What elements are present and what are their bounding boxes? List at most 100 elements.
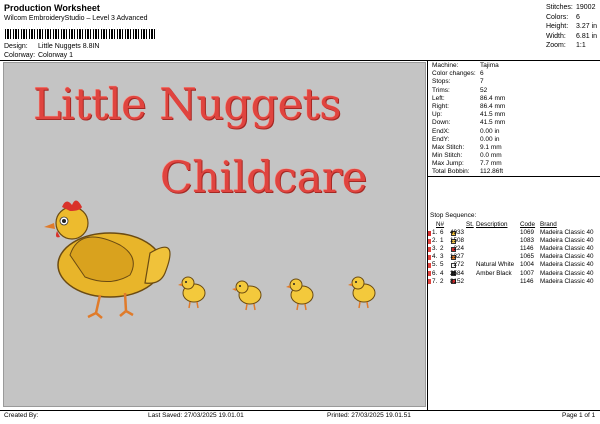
info-value: 9.1 mm (480, 143, 502, 151)
info-row: Up: 41.5 mm (430, 111, 600, 119)
info-row: Stops: 7 (430, 78, 600, 86)
barcode (5, 29, 157, 39)
info-row: Color changes: 6 (430, 70, 600, 78)
info-label: Color changes: (432, 70, 476, 78)
stop-row: 4. 3 1327 1065 Madeira Classic 40 (428, 253, 600, 261)
info-label: Right: (432, 102, 449, 110)
stop-number: 3. (432, 245, 438, 253)
stop-sequence-title: Stop Sequence: (430, 212, 477, 219)
stat-row: Width: 6.81 in (546, 32, 600, 42)
info-label: Down: (432, 119, 451, 127)
page-title: Production Worksheet (4, 3, 100, 13)
stat-row: Zoom: 1:1 (546, 41, 600, 51)
info-value: 86.4 mm (480, 94, 506, 102)
thread-brand: Madeira Classic 40 (540, 245, 594, 253)
info-divider (428, 176, 600, 177)
footer-divider (0, 410, 600, 411)
stat-row: Colors: 6 (546, 13, 600, 23)
stop-row: 1. 6 4933 1069 Madeira Classic 40 (428, 229, 600, 237)
info-value: 0.00 in (480, 135, 500, 143)
needle-number: 6 (440, 229, 444, 237)
stop-marker (428, 254, 431, 260)
stat-value: 19002 (576, 4, 596, 11)
stop-marker (428, 230, 431, 236)
stat-value: 3.27 in (576, 23, 598, 30)
info-value: 86.4 mm (480, 102, 506, 110)
stop-row: 7. 2 8152 1146 Madeira Classic 40 (428, 277, 600, 286)
stat-label: Stitches: (546, 4, 573, 11)
needle-number: 2 (440, 245, 444, 253)
stop-marker (428, 262, 431, 268)
stop-marker (428, 271, 431, 277)
stop-number: 4. (432, 253, 438, 261)
col-st-header: St. (466, 221, 474, 228)
stitch-count: 272 (453, 261, 464, 269)
info-row: Min Stitch: 0.0 mm (430, 152, 600, 160)
stat-label: Colors: (546, 13, 569, 21)
info-label: Min Stitch: (432, 152, 463, 160)
stop-row: 6. 4 2584 Amber Black 1007 Madeira Classic 40 (428, 269, 600, 278)
thread-brand: Madeira Classic 40 (540, 277, 594, 285)
stat-label: Height: (546, 23, 569, 30)
info-row: Machine: Tajima (430, 62, 600, 70)
software-subtitle: Wilcom EmbroideryStudio – Level 3 Advanc… (4, 15, 148, 22)
last-saved: Last Saved: 27/03/2025 19.01.01 (148, 412, 244, 419)
stop-number: 1. (432, 229, 438, 237)
stop-number: 5. (432, 261, 438, 269)
info-row: EndY: 0.00 in (430, 136, 600, 144)
col-brand-header: Brand (540, 221, 557, 228)
stop-number: 2. (432, 237, 438, 245)
stop-marker (428, 238, 431, 244)
design-value: Little Nuggets 8.8IN (38, 43, 100, 50)
info-row: Left: 86.4 mm (430, 95, 600, 103)
needle-number: 5 (440, 261, 444, 269)
stat-label: Width: (546, 32, 566, 40)
info-value: 0.0 mm (480, 152, 502, 160)
stitch-count: 224 (453, 245, 464, 253)
created-by: Created By: (4, 412, 39, 419)
info-value: 7.7 mm (480, 160, 502, 168)
stitch-count: 4933 (449, 229, 464, 237)
info-value: 52 (480, 86, 488, 94)
design-text-line1: Little Nuggets (33, 80, 341, 130)
needle-number: 4 (440, 269, 444, 277)
thread-code: 1146 (520, 245, 534, 253)
info-row: Max Jump: 7.7 mm (430, 160, 600, 168)
info-value: Tajima (480, 62, 499, 69)
thread-brand: Madeira Classic 40 (540, 253, 594, 261)
stop-marker (428, 279, 431, 285)
chickens-artwork (44, 200, 376, 319)
info-row: Right: 86.4 mm (430, 103, 600, 111)
info-label: Stops: (432, 78, 451, 86)
info-label: Max Jump: (432, 160, 464, 168)
stats-panel: Stitches: 19002 Colors: 6 Height: 3.27 in Widt… (546, 3, 600, 51)
info-value: 41.5 mm (480, 119, 506, 127)
info-label: EndY: (432, 135, 450, 143)
thread-brand: Madeira Classic 40 (540, 261, 594, 269)
design-label: Design: (4, 43, 28, 50)
hen-icon (44, 200, 171, 319)
thread-code: 1065 (520, 253, 535, 261)
col-n-header: N# (436, 221, 445, 228)
chick-icon (348, 276, 376, 309)
info-row: EndX: 0.00 in (430, 128, 600, 136)
thread-description: Natural White (476, 261, 515, 269)
needle-number: 2 (440, 277, 444, 285)
thread-brand: Madeira Classic 40 (540, 269, 594, 277)
info-row: Down: 41.5 mm (430, 119, 600, 127)
page-number: Page 1 of 1 (562, 412, 596, 419)
info-label: EndX: (432, 127, 450, 135)
stitch-count: 8152 (449, 277, 464, 285)
machine-info-panel: Machine: Tajima Color changes: 6 Stops: 7 Trim… (430, 62, 600, 177)
stop-number: 7. (432, 277, 438, 285)
needle-number: 1 (440, 237, 444, 245)
info-value: 0.00 in (480, 127, 500, 135)
thread-code: 1004 (520, 261, 535, 269)
thread-brand: Madeira Classic 40 (540, 237, 594, 245)
stat-value: 6 (576, 13, 580, 21)
stop-row: 2. 1 1508 1083 Madeira Classic 40 (428, 237, 600, 245)
stop-table-header: N# St. Description Code Brand (430, 221, 600, 229)
colorway-label: Colorway: (4, 52, 36, 59)
thread-description: Amber Black (476, 269, 512, 277)
stop-number: 6. (432, 269, 438, 277)
